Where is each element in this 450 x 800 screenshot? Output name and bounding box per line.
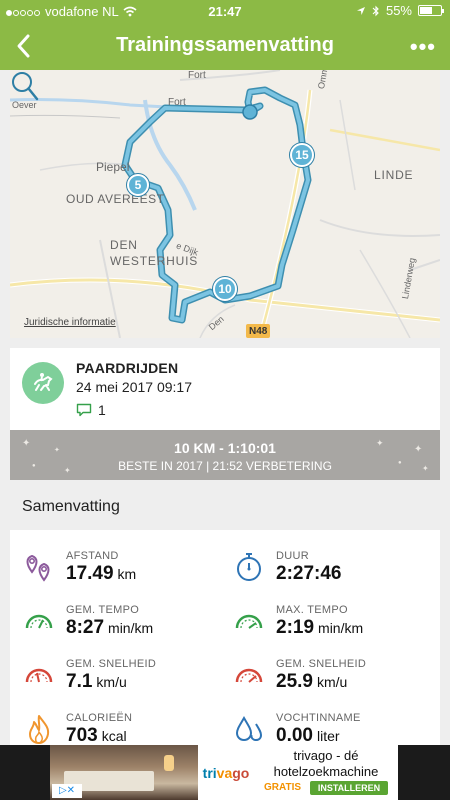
stat-number: 2:19 <box>276 617 315 638</box>
stat-max-pace: MAX. TEMPO 2:19 min/km <box>232 604 432 654</box>
map-label-linde: Linde <box>374 168 414 182</box>
summary-card: AFSTAND 17.49 km DUUR 2:27:46 GEM. TEMPO … <box>10 530 440 760</box>
stat-avg-speed: GEM. SNELHEID 7.1 km/u <box>22 658 222 708</box>
flame-icon <box>29 715 50 744</box>
stat-avg-pace: GEM. TEMPO 8:27 min/km <box>22 604 222 654</box>
map-label-piepel: Piepel <box>96 160 130 174</box>
header-bar: Trainingssamenvatting ••• <box>0 22 450 70</box>
activity-datetime: 24 mei 2017 09:17 <box>76 379 192 395</box>
ad-banner[interactable]: ▷✕ trivago trivago - dé hotelzoekmachine… <box>0 745 450 800</box>
route-marker-15: 15 <box>290 143 314 167</box>
stat-label: DUUR <box>276 550 309 562</box>
trivago-logo-text: trivago <box>202 764 250 781</box>
route-marker-5-label: 5 <box>134 178 142 192</box>
stat-unit: min/km <box>318 620 364 636</box>
ad-free-label: GRATIS <box>264 782 302 793</box>
stat-value: 0.00 liter <box>276 725 340 747</box>
status-right: 55% <box>356 3 444 18</box>
stat-number: 7.1 <box>66 671 93 692</box>
summary-heading: Samenvatting <box>22 498 120 515</box>
comments-count: 1 <box>98 402 106 418</box>
hotel-room-image: ▷✕ <box>50 745 198 800</box>
stat-unit: kcal <box>101 728 127 744</box>
stat-label: MAX. TEMPO <box>276 604 348 616</box>
stat-distance: AFSTAND 17.49 km <box>22 550 222 600</box>
achievement-banner[interactable]: ✦ ✦ ● ✦ ✦ ✦ ● ✦ 10 KM - 1:10:01 BESTE IN… <box>10 430 440 480</box>
stat-value: 2:19 min/km <box>276 617 363 639</box>
speedometer-icon <box>25 668 53 683</box>
stat-label: GEM. TEMPO <box>66 604 140 616</box>
stat-unit: min/km <box>108 620 154 636</box>
stopwatch-icon <box>237 553 261 581</box>
stat-number: 703 <box>66 725 98 746</box>
more-options-button[interactable]: ••• <box>410 34 436 60</box>
stat-number: 17.49 <box>66 563 114 584</box>
location-pins-icon <box>26 554 50 582</box>
stat-number: 0.00 <box>276 725 313 746</box>
battery-percent: 55% <box>385 3 412 18</box>
map-label-n48: N48 <box>249 326 268 337</box>
stat-number: 8:27 <box>66 617 105 638</box>
stat-number: 2:27:46 <box>276 563 342 584</box>
trivago-logo: trivago <box>198 745 254 800</box>
stat-unit: km/u <box>96 674 127 690</box>
ad-install-button[interactable]: INSTALLEREN <box>310 781 388 795</box>
stat-label: VOCHTINNAME <box>276 712 361 724</box>
map-label-oud-avereest: Oud Avereest <box>66 192 165 206</box>
route-map[interactable]: Fort Fort Oever Piepel Oud Avereest Den … <box>10 70 440 338</box>
stat-value: 8:27 min/km <box>66 617 153 639</box>
map-label-fort: Fort <box>168 97 186 108</box>
stat-value: 2:27:46 <box>276 563 342 585</box>
ad-line-2: hotelzoekmachine <box>273 764 379 779</box>
bluetooth-icon <box>372 5 379 16</box>
speedometer-icon <box>235 668 263 683</box>
comments-button[interactable]: 1 <box>76 402 106 418</box>
stat-label: CALORIEËN <box>66 712 133 724</box>
comment-icon <box>76 403 92 417</box>
battery-icon <box>418 5 444 16</box>
location-arrow-icon <box>356 6 365 15</box>
stat-value: 7.1 km/u <box>66 671 127 693</box>
stat-unit: liter <box>316 728 340 744</box>
speedometer-icon <box>25 614 53 629</box>
stat-value: 17.49 km <box>66 563 136 585</box>
water-drops-icon <box>235 715 263 742</box>
achievement-headline: 10 KM - 1:10:01 <box>174 440 276 456</box>
stat-unit: km/u <box>316 674 348 690</box>
map-label-westerhuis: Westerhuis <box>110 254 199 268</box>
stat-value: 703 kcal <box>66 725 127 747</box>
map-label-fort-top: Fort <box>188 70 206 81</box>
activity-type: PAARDRIJDEN <box>76 360 179 376</box>
stat-label: GEM. SNELHEID <box>66 658 157 670</box>
achievement-subline: BESTE IN 2017 | 21:52 VERBETERING <box>118 459 332 473</box>
stat-unit: km <box>117 566 137 582</box>
stat-label: AFSTAND <box>66 550 119 562</box>
stat-duration: DUUR 2:27:46 <box>232 550 432 600</box>
ad-text-panel: trivago - dé hotelzoekmachine GRATIS INS… <box>254 745 398 800</box>
ad-line-1: trivago - dé <box>293 748 359 763</box>
map-label-den: Den <box>110 238 138 252</box>
page-title: Trainingssamenvatting <box>116 34 334 56</box>
stat-number: 25.9 <box>276 671 313 692</box>
zoom-magnifier-icon[interactable] <box>10 70 40 102</box>
status-bar: vodafone NL 21:47 55% <box>0 0 450 22</box>
horse-riding-icon <box>22 362 64 404</box>
route-marker-5: 5 <box>127 174 149 196</box>
route-marker-10-label: 10 <box>218 282 232 296</box>
ad-choices-icon[interactable]: ▷✕ <box>52 784 82 798</box>
stat-value: 25.9 km/u <box>276 671 347 693</box>
speedometer-icon <box>235 614 263 629</box>
stat-label: GEM. SNELHEID <box>276 658 367 670</box>
route-marker-15-label: 15 <box>295 148 309 162</box>
legal-info-link[interactable]: Juridische informatie <box>24 317 116 328</box>
stat-max-speed: GEM. SNELHEID 25.9 km/u <box>232 658 432 708</box>
route-marker-10: 10 <box>213 277 237 301</box>
